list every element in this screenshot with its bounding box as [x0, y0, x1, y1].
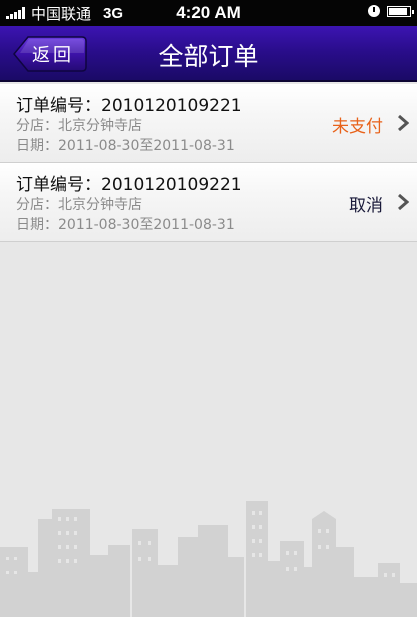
nav-bar: 返回 全部订单: [0, 26, 417, 82]
status-time: 4:20 AM: [176, 3, 241, 22]
order-store: 分店：北京分钟寺店: [16, 118, 142, 134]
status-bar: 中国联通 3G 4:20 AM: [0, 0, 417, 26]
order-row[interactable]: 订单编号：2010120109221 分店：北京分钟寺店 日期：2011-08-…: [0, 84, 417, 163]
order-date: 日期：2011-08-30至2011-08-31: [16, 138, 235, 154]
order-list: 订单编号：2010120109221 分店：北京分钟寺店 日期：2011-08-…: [0, 84, 417, 242]
chevron-right-icon: [398, 194, 409, 210]
battery-icon: [387, 5, 414, 17]
clock-icon: [368, 5, 380, 17]
order-status: 取消: [349, 196, 383, 216]
order-store: 分店：北京分钟寺店: [16, 197, 142, 213]
order-status: 未支付: [332, 117, 383, 137]
city-skyline-illustration: [0, 501, 417, 617]
order-number: 订单编号：2010120109221: [16, 175, 242, 195]
order-date: 日期：2011-08-30至2011-08-31: [16, 217, 235, 233]
order-row[interactable]: 订单编号：2010120109221 分店：北京分钟寺店 日期：2011-08-…: [0, 163, 417, 242]
order-number: 订单编号：2010120109221: [16, 96, 242, 116]
status-right: [368, 5, 414, 17]
page-title: 全部订单: [158, 42, 259, 71]
chevron-right-icon: [398, 115, 409, 131]
